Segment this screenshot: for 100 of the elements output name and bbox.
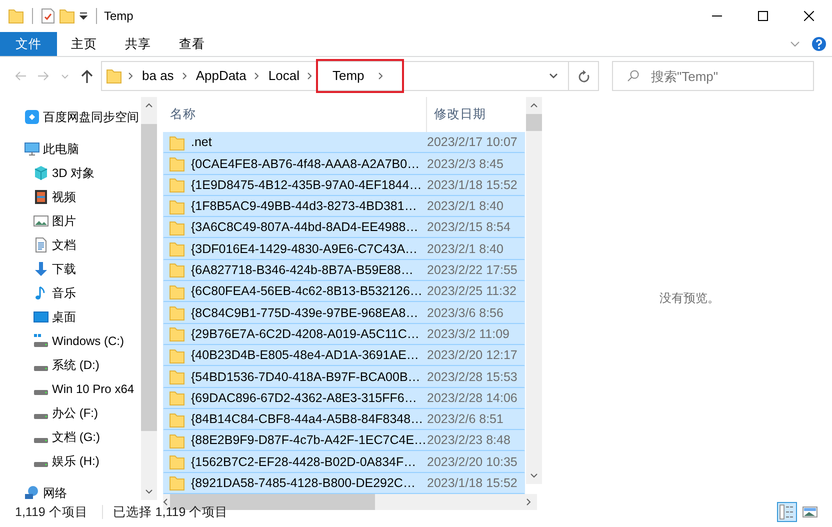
sidebar-item[interactable]: 视频	[0, 185, 141, 209]
file-row[interactable]: {69DAC896-67D2-4362-A8E3-315FF6… 2023/2/28 14:06	[163, 388, 525, 409]
modified-date: 2023/1/18 15:52	[426, 176, 518, 194]
folder-icon	[169, 326, 185, 342]
file-row[interactable]: {8921DA58-7485-4128-B800-DE292C… 2023/1/18 15:52	[163, 472, 525, 494]
sidebar-item[interactable]: 网络	[0, 481, 141, 500]
ribbon-tab[interactable]: 查看	[165, 32, 219, 56]
column-header[interactable]: 名称	[163, 97, 426, 132]
modified-date: 2023/1/18 15:52	[426, 475, 518, 492]
vertical-scrollbar[interactable]	[141, 97, 157, 500]
properties-icon[interactable]	[41, 8, 55, 24]
modified-date: 2023/3/2 11:09	[426, 326, 510, 343]
modified-date: 2023/2/22 17:55	[426, 262, 518, 280]
folder-icon	[169, 284, 185, 300]
sidebar-item[interactable]: 文档 (G:)	[0, 425, 141, 449]
drive-icon	[34, 390, 48, 394]
sidebar-item[interactable]: Windows (C:)	[0, 329, 141, 353]
file-row[interactable]: {8C84C9B1-775D-439e-97BE-968EA8… 2023/3/6 8:56	[163, 302, 525, 324]
chevron-right-icon	[378, 72, 384, 80]
sidebar-item[interactable]: 文档	[0, 233, 141, 257]
search-icon	[627, 70, 639, 82]
details-view-button[interactable]	[777, 502, 797, 522]
breadcrumb-link[interactable]: ba as	[138, 63, 178, 89]
folder-icon	[169, 348, 185, 364]
folder-icon	[169, 454, 185, 470]
sidebar-item[interactable]: 系统 (D:)	[0, 353, 141, 377]
modified-date: 2023/2/28 15:53	[426, 368, 518, 386]
maximize-icon	[758, 11, 768, 21]
folder-icon	[169, 475, 185, 492]
file-row[interactable]: {1F8B5AC9-49BB-44d3-8273-4BD381… 2023/2/1 8:40	[163, 196, 525, 218]
modified-date: 2023/2/20 10:35	[426, 454, 518, 471]
help-icon[interactable]	[812, 37, 826, 51]
dropdown-icon[interactable]	[79, 11, 88, 21]
file-row[interactable]: {1562B7C2-EF28-4428-B02D-0A834F… 2023/2/20 10:35	[163, 451, 525, 473]
folder-icon	[169, 390, 185, 406]
file-row[interactable]: {88E2B9F9-D87F-4c7b-A42F-1EC7C4E…2023/2/23 8:48	[163, 430, 525, 452]
file-row[interactable]: {3A6C8C49-807A-44bd-8AD4-EE4988… 2023/2/15 8:54	[163, 217, 525, 238]
window-title: Temp	[104, 8, 134, 25]
file-row[interactable]: {6C80FEA4-56EB-4c62-8B13-B532126… 2023/2/25 11:32	[163, 281, 525, 302]
file-row[interactable]: {6A827718-B346-424b-8B7A-B59E88… 2023/2/22 17:55	[163, 260, 525, 282]
file-row[interactable]: {0CAE4FE8-AB76-4f48-AAA8-A2A7B0… 2023/2/3 8:45	[163, 153, 525, 175]
file-name: .net	[191, 134, 212, 152]
folder-icon	[169, 134, 185, 151]
file-row[interactable]: {3DF016E4-1429-4830-A9E6-C7C43A… 2023/2/1 8:40	[163, 238, 525, 260]
network-icon	[24, 485, 40, 500]
modified-date: 2023/2/20 12:17	[426, 347, 518, 364]
expand-ribbon-icon[interactable]	[790, 41, 800, 47]
drive-icon	[34, 462, 48, 466]
file-tab[interactable]: 文件	[0, 32, 57, 56]
modified-date: 2023/2/23 8:48	[426, 432, 510, 450]
sidebar-item[interactable]: 娱乐 (H:)	[0, 449, 141, 473]
sidebar-item[interactable]: Win 10 Pro x64	[0, 377, 141, 401]
breadcrumb-link[interactable]: Local	[264, 63, 304, 89]
address-bar[interactable]: ba as AppData Local Temp	[101, 61, 599, 91]
folder-icon	[169, 368, 185, 385]
folder-icon	[169, 198, 185, 215]
folder-icon	[8, 8, 24, 24]
file-row[interactable]: {29B76E7A-6C2D-4208-A019-A5C11C… 2023/3/2 11:09	[163, 324, 525, 345]
scroll-down-icon	[530, 473, 538, 478]
file-row[interactable]: {84B14C84-CBF8-44a4-A5B8-84F8348… 2023/2/6 8:51	[163, 408, 525, 430]
search-field[interactable]: 搜索"Temp"	[612, 61, 814, 91]
scrollbar-thumb[interactable]	[526, 114, 542, 131]
picture-icon	[33, 213, 49, 229]
scroll-down-icon	[145, 489, 153, 494]
scrollbar-thumb[interactable]	[141, 124, 157, 431]
file-name: {1F8B5AC9-49BB-44d3-8273-4BD381…	[191, 198, 417, 216]
file-name: {6C80FEA4-56EB-4c62-8B13-B532126…	[191, 283, 422, 300]
sidebar-item[interactable]: 下载	[0, 257, 141, 281]
sidebar-item[interactable]: 音乐	[0, 281, 141, 305]
cloud-sync-icon	[24, 109, 40, 125]
sidebar-item[interactable]: 办公 (F:)	[0, 401, 141, 425]
refresh-icon	[578, 70, 590, 82]
scroll-left-icon	[163, 498, 168, 506]
folder-icon	[169, 262, 185, 278]
file-row[interactable]: {54BD1536-7D40-418A-B97F-BCA00B… 2023/2/28 15:53	[163, 366, 525, 388]
sidebar-item[interactable]: 桌面	[0, 305, 141, 329]
breadcrumb-link[interactable]: Temp	[318, 61, 402, 91]
vertical-scrollbar[interactable]	[526, 97, 542, 484]
ribbon-tab[interactable]: 共享	[111, 32, 165, 56]
chevron-right-icon	[182, 72, 188, 80]
file-row[interactable]: .net 2023/2/17 10:07	[163, 132, 525, 154]
sidebar-item[interactable]: 3D 对象	[0, 161, 141, 185]
folder-icon	[169, 177, 185, 194]
sidebar-item[interactable]: 此电脑	[0, 137, 141, 161]
ribbon-tab[interactable]: 主页	[57, 32, 111, 56]
file-name: {6A827718-B346-424b-8B7A-B59E88…	[191, 262, 414, 280]
file-row[interactable]: {40B23D4B-E805-48e4-AD1A-3691AE… 2023/2/20 12:17	[163, 344, 525, 366]
chevron-down-icon[interactable]	[549, 73, 558, 79]
sidebar-item[interactable]: 百度网盘同步空间	[0, 105, 141, 129]
computer-icon	[24, 141, 40, 157]
sidebar-item[interactable]: 图片	[0, 209, 141, 233]
forward-arrow-icon	[37, 71, 49, 81]
file-name: {3DF016E4-1429-4830-A9E6-C7C43A…	[191, 240, 418, 258]
breadcrumb-link[interactable]: AppData	[192, 63, 250, 89]
drive-icon	[34, 366, 48, 370]
file-row[interactable]: {1E9D8475-4B12-435B-97A0-4EF1844… 2023/1/18 15:52	[163, 174, 525, 196]
file-name: {54BD1536-7D40-418A-B97F-BCA00B…	[191, 368, 420, 386]
folder-icon	[169, 432, 185, 449]
film-icon	[33, 189, 49, 205]
modified-date: 2023/2/3 8:45	[426, 156, 504, 173]
